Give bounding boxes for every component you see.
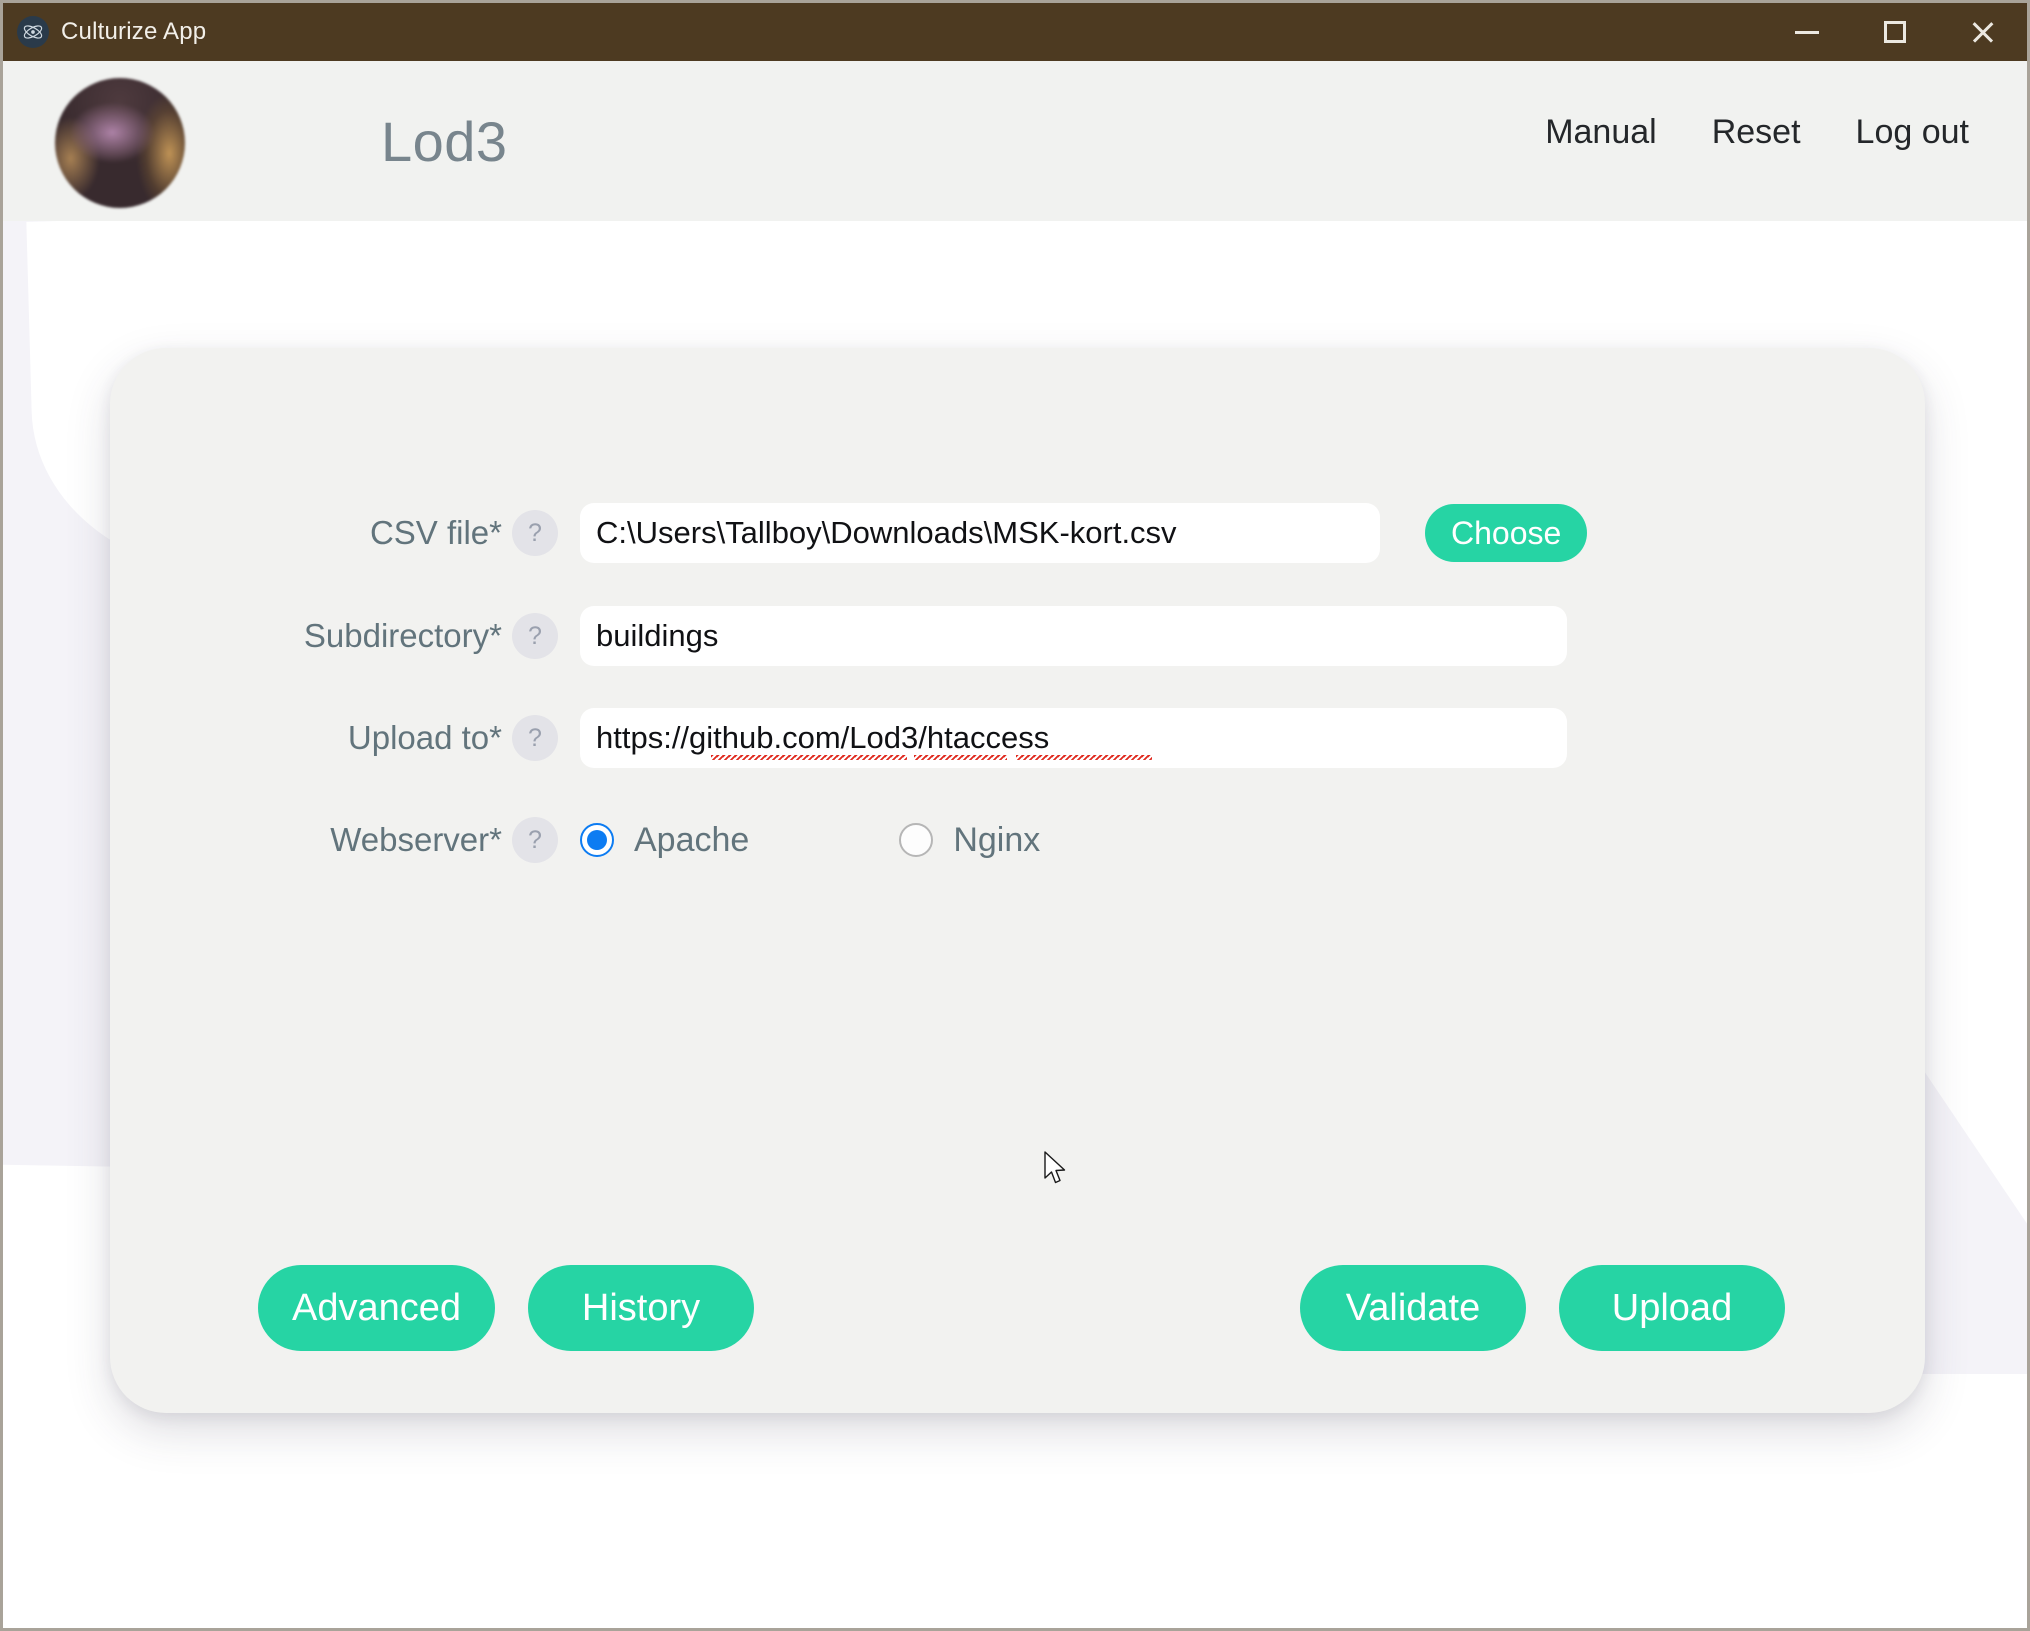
radio-apache-icon[interactable] [580,823,614,857]
app-header: Lod3 Manual Reset Log out [3,61,2027,221]
subdirectory-label: Subdirectory* [303,617,502,654]
webserver-help-icon[interactable]: ? [512,817,558,863]
footer-right-actions: Validate Upload [1300,1265,1785,1351]
history-button[interactable]: History [528,1265,755,1351]
upload-to-help-icon[interactable]: ? [512,715,558,761]
validate-button[interactable]: Validate [1300,1265,1526,1351]
field-row-webserver: Webserver* ? Apache Nginx [110,805,1040,875]
page-title: Lod3 [381,110,508,173]
footer-left-actions: Advanced History [258,1265,755,1351]
webserver-label-wrap: Webserver* ? [110,817,580,863]
window-title: Culturize App [61,18,207,45]
upload-to-label: Upload to* [347,719,502,756]
field-row-upload-to: Upload to* ? [110,703,1567,773]
avatar [55,78,185,208]
csv-file-help-icon[interactable]: ? [512,510,558,556]
electron-atom-icon [17,16,49,48]
nav-item-logout[interactable]: Log out [1856,113,1969,152]
field-row-subdirectory: Subdirectory* ? [110,601,1567,671]
radio-nginx-icon[interactable] [899,823,934,857]
nav-item-reset[interactable]: Reset [1712,113,1801,152]
maximize-icon [1884,21,1906,43]
upload-to-label-wrap: Upload to* ? [110,715,580,761]
webserver-option-nginx[interactable]: Nginx [899,821,1040,860]
webserver-radio-group: Apache Nginx [580,821,1040,860]
upload-button[interactable]: Upload [1559,1265,1785,1351]
close-button[interactable] [1939,3,2027,61]
csv-file-label-wrap: CSV file* ? [110,510,580,556]
csv-file-input[interactable] [580,503,1380,563]
upload-to-input-wrap [580,708,1567,768]
subdirectory-input[interactable] [580,606,1567,666]
app-window: Culturize App Lod3 Manual Reset Log out [0,0,2030,1631]
field-row-csv-file: CSV file* ? Choose [110,498,1588,568]
choose-file-button[interactable]: Choose [1425,504,1588,562]
main-form-card: CSV file* ? Choose Subdirectory* ? Uploa… [110,348,1925,1413]
subdirectory-label-wrap: Subdirectory* ? [110,613,580,659]
minimize-button[interactable] [1763,3,1851,61]
header-nav: Manual Reset Log out [1545,113,1969,152]
maximize-button[interactable] [1851,3,1939,61]
advanced-button[interactable]: Advanced [258,1265,496,1351]
csv-file-label: CSV file* [369,514,502,551]
nav-item-manual[interactable]: Manual [1545,113,1657,152]
radio-nginx-label: Nginx [953,820,1041,859]
radio-apache-label: Apache [634,820,750,859]
minimize-icon [1795,30,1819,34]
title-bar: Culturize App [3,3,2027,61]
webserver-label: Webserver* [330,821,502,858]
webserver-option-apache[interactable]: Apache [580,821,749,860]
upload-to-input[interactable] [580,708,1567,768]
subdirectory-help-icon[interactable]: ? [512,613,558,659]
close-icon [1970,19,1996,45]
